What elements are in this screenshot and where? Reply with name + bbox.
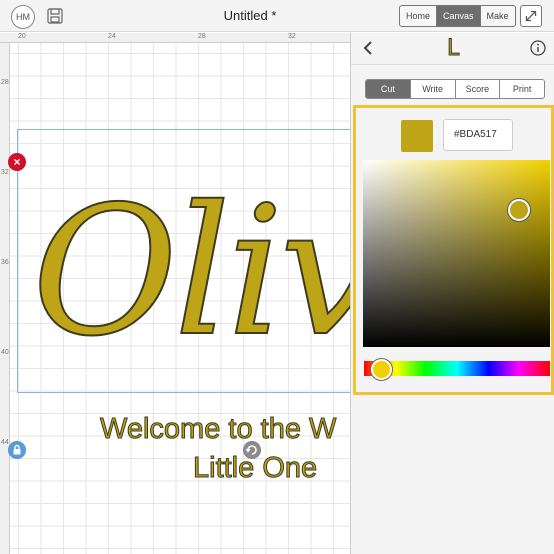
color-swatch (401, 120, 433, 152)
nav-home-button[interactable]: Home (400, 6, 438, 26)
edit-panel: L Cut Write Score Print #BDA517 (350, 33, 554, 554)
ruler-tick: 28 (198, 33, 206, 40)
panel-header: L (351, 33, 554, 65)
tab-print[interactable]: Print (500, 80, 544, 98)
ruler-tick: 32 (288, 33, 296, 40)
selection-box[interactable] (17, 129, 357, 393)
close-icon[interactable]: × (8, 153, 26, 171)
operation-tabs: Cut Write Score Print (365, 79, 545, 99)
info-icon[interactable] (530, 40, 546, 56)
ruler-tick: 24 (108, 33, 116, 40)
saturation-value-handle[interactable] (508, 199, 530, 221)
ruler-tick: 36 (1, 259, 9, 266)
hue-slider-handle[interactable] (371, 359, 392, 380)
expand-icon[interactable] (520, 5, 542, 27)
ruler-tick: 32 (1, 169, 9, 176)
ruler-tick: 44 (1, 439, 9, 446)
color-picker: #BDA517 (353, 105, 554, 395)
ruler-tick: 40 (1, 349, 9, 356)
hex-color-input[interactable]: #BDA517 (443, 119, 513, 151)
layer-preview-icon: L (446, 36, 460, 62)
save-icon[interactable] (47, 8, 63, 24)
ruler-tick: 20 (18, 33, 26, 40)
nav-canvas-button[interactable]: Canvas (437, 6, 481, 26)
document-title: Untitled * (223, 8, 277, 23)
saturation-value-area[interactable] (363, 160, 550, 347)
ruler-vertical: 28 32 36 40 44 (0, 43, 10, 554)
tab-score[interactable]: Score (456, 80, 501, 98)
top-bar: HM Untitled * Home Canvas Make (0, 0, 554, 32)
mode-switcher: Home Canvas Make (399, 5, 516, 27)
back-chevron-icon[interactable] (361, 39, 375, 57)
lock-icon[interactable] (8, 441, 26, 459)
tab-write[interactable]: Write (411, 80, 456, 98)
rotate-icon[interactable] (243, 441, 261, 459)
welcome-text[interactable]: Welcome to the W (99, 413, 336, 446)
nav-make-button[interactable]: Make (481, 6, 515, 26)
ruler-horizontal: 20 24 28 32 (0, 33, 350, 43)
ruler-tick: 28 (1, 79, 9, 86)
tab-cut[interactable]: Cut (366, 80, 411, 98)
user-avatar[interactable]: HM (11, 5, 35, 29)
